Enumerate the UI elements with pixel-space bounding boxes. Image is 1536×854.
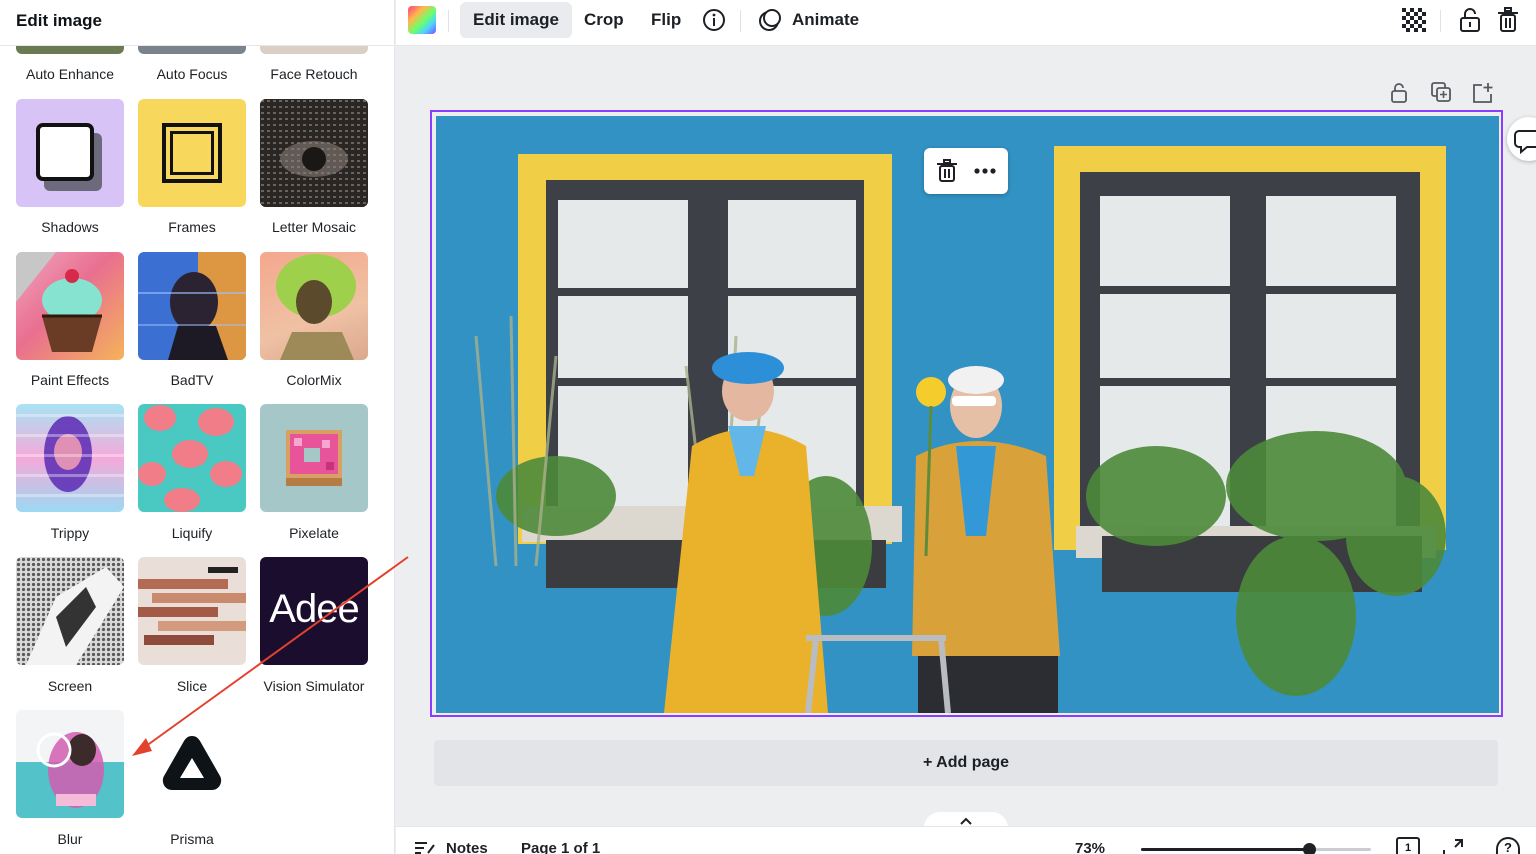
- vision-simulator-thumbnail[interactable]: Adee: [260, 557, 368, 665]
- effect-label-letter-mosaic[interactable]: Letter Mosaic: [253, 219, 375, 235]
- image-context-menu: [924, 148, 1008, 194]
- animate-button[interactable]: Animate: [779, 2, 872, 38]
- colormix-thumbnail[interactable]: [260, 252, 368, 360]
- edit-image-panel: Edit image Auto Enhance Auto Focus Face …: [0, 0, 395, 854]
- blur-thumbnail[interactable]: [16, 710, 124, 818]
- zoom-level[interactable]: 73%: [1075, 840, 1105, 854]
- badtv-thumbnail[interactable]: [138, 252, 246, 360]
- frames-thumbnail[interactable]: [138, 99, 246, 207]
- bottom-bar: Notes Page 1 of 1 73% 1 ?: [396, 826, 1536, 854]
- selected-image-frame[interactable]: [430, 110, 1503, 717]
- comment-icon: [1514, 130, 1536, 155]
- notes-button[interactable]: Notes: [446, 840, 488, 854]
- effect-label-pixelate[interactable]: Pixelate: [253, 525, 375, 541]
- liquify-thumbnail[interactable]: [138, 404, 246, 512]
- effect-label-slice[interactable]: Slice: [131, 678, 253, 694]
- duplicate-page-icon[interactable]: [1431, 82, 1455, 106]
- notes-icon[interactable]: [414, 839, 436, 854]
- prisma-thumbnail[interactable]: [138, 710, 246, 818]
- screen-thumbnail[interactable]: [16, 557, 124, 665]
- slice-thumbnail[interactable]: [138, 557, 246, 665]
- effect-label-frames[interactable]: Frames: [131, 219, 253, 235]
- effect-label-shadows[interactable]: Shadows: [9, 219, 131, 235]
- prisma-logo: [162, 736, 222, 790]
- page-grid-button[interactable]: 1: [1396, 837, 1420, 854]
- letter-mosaic-thumbnail[interactable]: [260, 99, 368, 207]
- paint-effects-thumbnail[interactable]: [16, 252, 124, 360]
- effect-label-liquify[interactable]: Liquify: [131, 525, 253, 541]
- edit-image-button[interactable]: Edit image: [460, 2, 572, 38]
- add-page-icon[interactable]: [1472, 82, 1496, 106]
- more-options-icon[interactable]: [972, 158, 998, 184]
- effect-label-badtv[interactable]: BadTV: [131, 372, 253, 388]
- page-count-badge: 1: [1404, 842, 1412, 854]
- shadows-thumbnail[interactable]: [16, 99, 124, 207]
- effect-label-trippy[interactable]: Trippy: [9, 525, 131, 541]
- trippy-thumbnail[interactable]: [16, 404, 124, 512]
- transparency-icon[interactable]: [1400, 6, 1428, 34]
- page-lock-icon[interactable]: [1390, 82, 1414, 106]
- zoom-slider[interactable]: [1141, 843, 1371, 854]
- comment-button[interactable]: [1507, 117, 1536, 161]
- flip-button[interactable]: Flip: [638, 2, 694, 38]
- top-toolbar: Edit image Crop Flip Animate: [396, 0, 1536, 46]
- panel-header: Edit image: [0, 0, 394, 46]
- lock-icon[interactable]: [1456, 6, 1484, 34]
- panel-title: Edit image: [16, 11, 102, 30]
- fullscreen-icon[interactable]: [1442, 839, 1464, 854]
- color-picker-icon[interactable]: [408, 6, 436, 34]
- info-icon[interactable]: [700, 6, 728, 34]
- help-icon[interactable]: ?: [1496, 837, 1520, 854]
- effect-label-colormix[interactable]: ColorMix: [253, 372, 375, 388]
- pixelate-thumbnail[interactable]: [260, 404, 368, 512]
- effect-label-auto-enhance[interactable]: Auto Enhance: [9, 66, 131, 82]
- page-indicator: Page 1 of 1: [521, 840, 601, 854]
- effect-label-auto-focus[interactable]: Auto Focus: [131, 66, 253, 82]
- effect-label-blur[interactable]: Blur: [9, 831, 131, 847]
- trash-icon[interactable]: [934, 158, 960, 184]
- effect-label-face-retouch[interactable]: Face Retouch: [253, 66, 375, 82]
- canvas-photo[interactable]: [436, 116, 1499, 713]
- effect-label-prisma[interactable]: Prisma: [131, 831, 253, 847]
- vision-simulator-logo-text: Adee: [269, 587, 359, 631]
- trash-icon[interactable]: [1494, 6, 1522, 34]
- effect-label-screen[interactable]: Screen: [9, 678, 131, 694]
- effect-label-paint-effects[interactable]: Paint Effects: [9, 372, 131, 388]
- effect-label-vision-simulator[interactable]: Vision Simulator: [253, 678, 375, 694]
- crop-button[interactable]: Crop: [571, 2, 637, 38]
- add-page-button[interactable]: + Add page: [434, 740, 1498, 786]
- zoom-slider-thumb[interactable]: [1303, 843, 1316, 854]
